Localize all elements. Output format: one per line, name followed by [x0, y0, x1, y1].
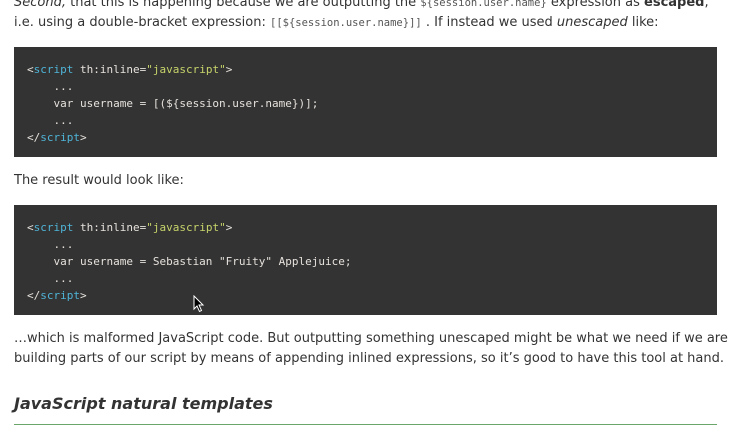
result-text: The result would look like: — [14, 173, 184, 188]
section-heading: JavaScript natural templates — [14, 394, 273, 413]
intro-line-2: i.e. using a double-bracket expression: … — [14, 13, 720, 33]
code-token: > — [80, 289, 87, 302]
code-line: var username = Sebastian "Fruity" Applej… — [27, 255, 352, 268]
code-string: "javascript" — [146, 221, 226, 234]
code-block-unescaped: <script th:inline="javascript"> ... var … — [14, 47, 717, 157]
intro-text-2: expression as — [546, 0, 645, 10]
intro-text-1: that this is happening because we are ou… — [65, 0, 421, 10]
code-line: ... — [27, 114, 74, 127]
code-tag: script — [40, 289, 80, 302]
intro-second: Second, — [14, 0, 66, 10]
code-tag: script — [40, 131, 80, 144]
intro-line-1: Second, that this is happening because w… — [14, 0, 720, 13]
code-token: </ — [27, 131, 41, 144]
intro-italic-unescaped: unescaped — [556, 15, 628, 30]
code-token: > — [80, 131, 87, 144]
intro-bold-escaped: escaped — [644, 0, 705, 10]
code-token: > — [225, 221, 233, 234]
outro-line-1: …which is malformed JavaScript code. But… — [14, 331, 728, 346]
inline-code-escaped-expr: ${session.user.name} — [420, 0, 547, 9]
code-block-result: <script th:inline="javascript"> ... var … — [14, 205, 717, 315]
code-attr: th:inline — [73, 221, 140, 234]
intro-text-5: . If instead we used — [421, 15, 557, 30]
code-tag: script — [33, 63, 74, 76]
code-line: </script> — [27, 129, 717, 146]
code-line: </script> — [27, 287, 717, 304]
outro-line-2: building parts of our script by means of… — [14, 351, 725, 366]
code-token: < — [27, 63, 34, 76]
code-line: <script th:inline="javascript"> — [27, 61, 717, 78]
heading-rule — [14, 424, 717, 425]
intro-text-4: i.e. using a double-bracket expression: — [14, 15, 270, 30]
intro-text-3: , — [704, 0, 709, 10]
mouse-pointer-icon — [193, 295, 205, 313]
code-string: "javascript" — [146, 63, 226, 76]
code-token: > — [225, 63, 233, 76]
code-line: <script th:inline="javascript"> — [27, 219, 717, 236]
code-token: </ — [27, 289, 41, 302]
code-line: ... — [27, 238, 74, 251]
code-line: ... — [27, 80, 74, 93]
code-line: ... — [27, 272, 74, 285]
code-tag: script — [33, 221, 74, 234]
code-token: < — [27, 221, 34, 234]
code-attr: th:inline — [73, 63, 140, 76]
inline-code-double-bracket: [[${session.user.name}]] — [270, 17, 422, 29]
code-line: var username = [(${session.user.name})]; — [27, 97, 319, 110]
intro-text-6: like: — [627, 15, 659, 30]
